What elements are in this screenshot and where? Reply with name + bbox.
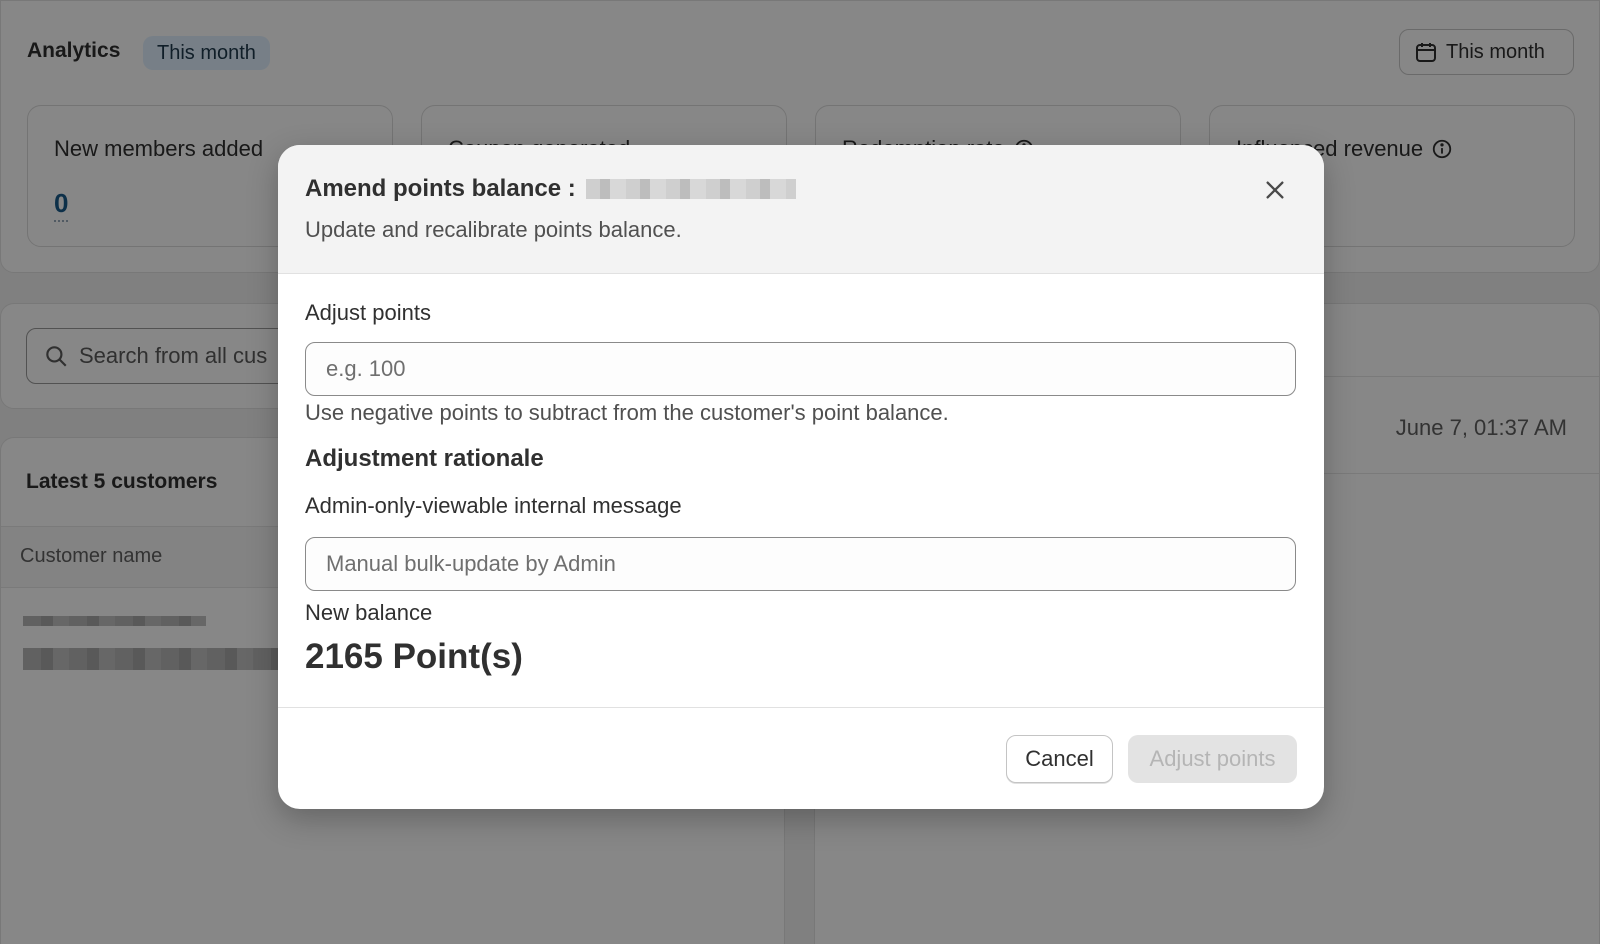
modal-title: Amend points balance : (305, 175, 796, 203)
adjust-points-help: Use negative points to subtract from the… (305, 400, 949, 425)
cancel-button[interactable]: Cancel (1006, 735, 1113, 783)
internal-message-input[interactable] (305, 537, 1296, 591)
amend-points-modal: Amend points balance : Update and recali… (278, 145, 1324, 809)
rationale-heading: Adjustment rationale (305, 445, 544, 472)
adjust-points-button[interactable]: Adjust points (1128, 735, 1297, 783)
close-button[interactable] (1260, 175, 1290, 205)
modal-footer: Cancel Adjust points (278, 707, 1324, 809)
modal-subtitle: Update and recalibrate points balance. (305, 217, 682, 242)
adjust-points-input[interactable] (305, 342, 1296, 396)
modal-title-text: Amend points balance : (305, 175, 576, 202)
adjust-points-label: Adjust points (305, 300, 431, 325)
new-balance-label: New balance (305, 600, 433, 625)
internal-message-label: Admin-only-viewable internal message (305, 493, 682, 518)
new-balance-value: 2165 Point(s) (305, 637, 523, 676)
modal-header: Amend points balance : Update and recali… (278, 145, 1324, 274)
redacted-customer-name (585, 179, 796, 199)
close-icon (1266, 181, 1284, 199)
